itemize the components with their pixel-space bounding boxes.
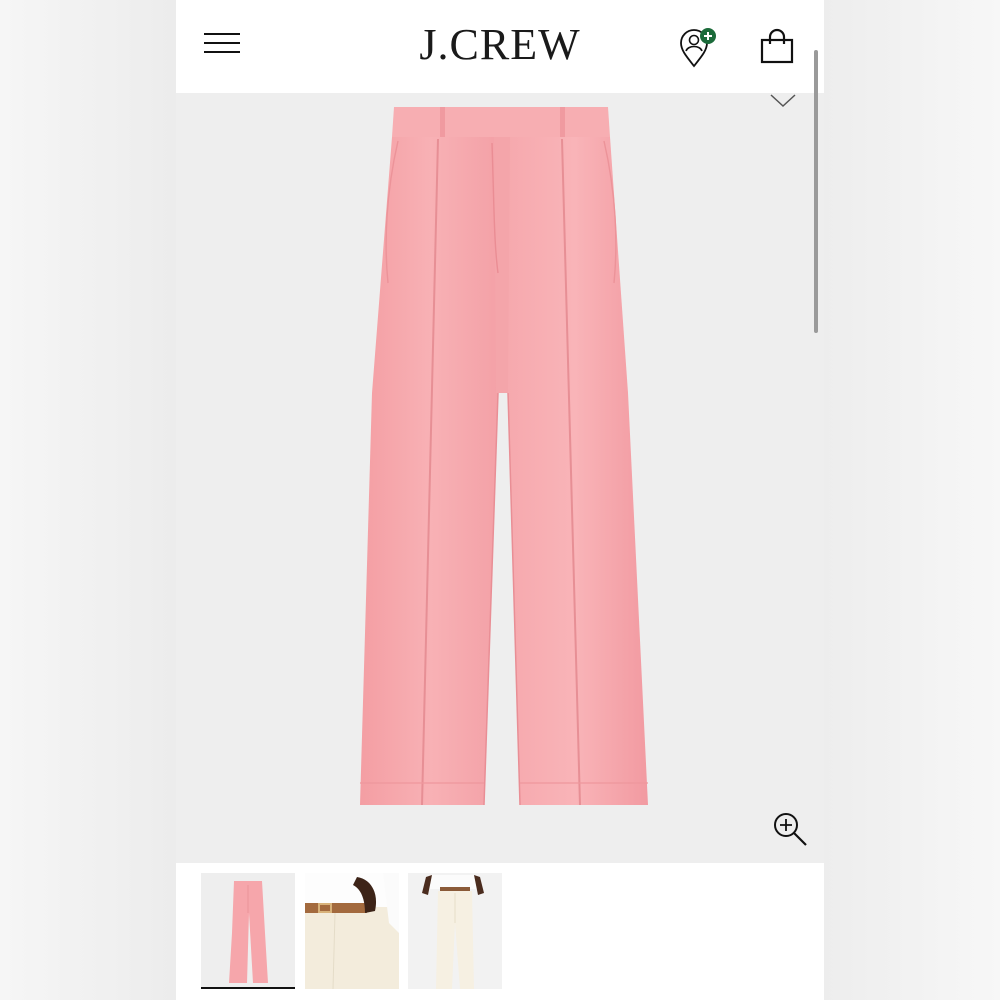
thumbnail-pants-flat[interactable] [201,873,295,989]
product-page: J.CREW [176,0,824,1000]
zoom-in-icon[interactable] [770,809,810,849]
shopping-bag-icon[interactable] [758,28,796,66]
product-hero-image[interactable] [176,93,824,863]
product-image-pants [360,107,648,806]
background-blur-right [824,0,1000,1000]
chevron-down-icon[interactable] [768,93,798,111]
brand-logo[interactable]: J.CREW [176,20,824,70]
thumbnail-model-fullbody[interactable] [408,873,502,989]
thumbnail-model-closeup[interactable] [305,873,399,989]
scrollbar[interactable] [814,50,818,333]
site-header: J.CREW [176,0,824,93]
background-blur-left [0,0,176,1000]
thumbnail-selected-indicator [201,987,295,989]
account-location-plus-icon[interactable] [676,26,720,70]
